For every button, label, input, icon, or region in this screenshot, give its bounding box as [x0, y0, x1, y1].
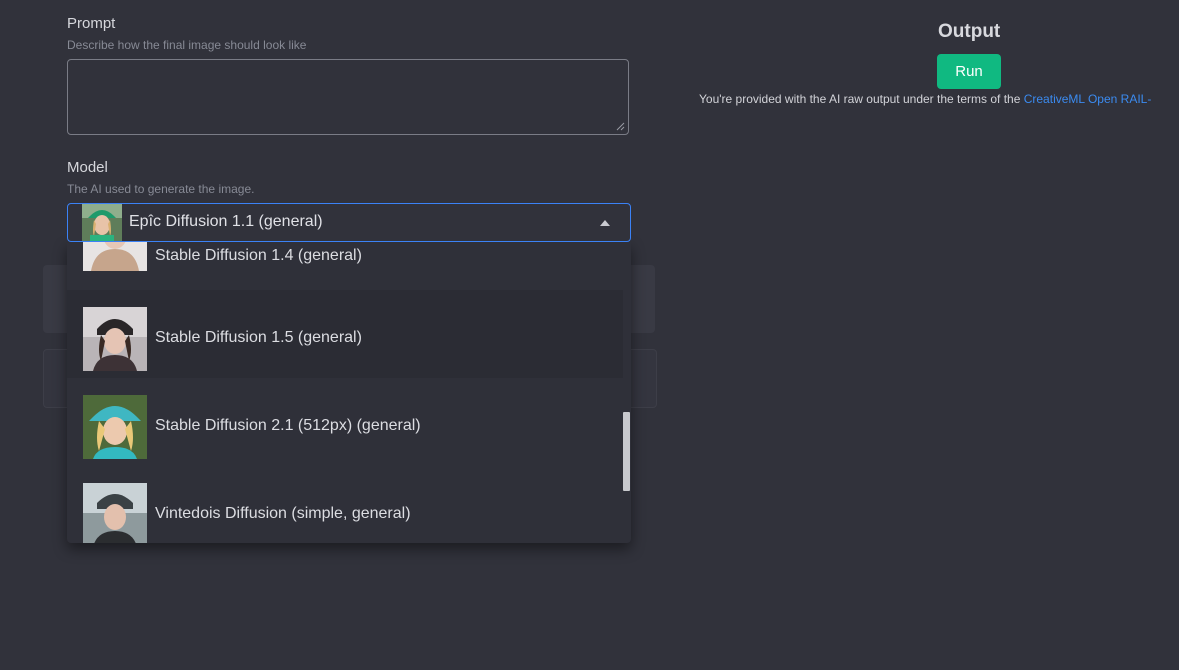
model-dropdown[interactable]: Stable Diffusion 1.4 (general) Stable Di…	[67, 242, 631, 543]
prompt-help: Describe how the final image should look…	[67, 38, 307, 52]
model-option-label: Stable Diffusion 2.1 (512px) (general)	[155, 417, 421, 434]
model-option-thumbnail	[83, 395, 147, 459]
output-title: Output	[938, 21, 1001, 42]
model-option[interactable]: Vintedois Diffusion (simple, general)	[67, 466, 623, 543]
dropdown-scrollbar[interactable]	[623, 412, 630, 491]
model-option-thumbnail	[83, 307, 147, 371]
model-label: Model	[67, 159, 108, 176]
model-option-label: Stable Diffusion 1.4 (general)	[155, 247, 362, 264]
model-option-label: Vintedois Diffusion (simple, general)	[155, 505, 411, 522]
model-option-label: Stable Diffusion 1.5 (general)	[155, 329, 362, 346]
selected-model-thumbnail	[82, 204, 122, 241]
license-text: You're provided with the AI raw output u…	[699, 92, 1024, 106]
license-link[interactable]: CreativeML Open RAIL-	[1024, 92, 1152, 106]
license-notice: You're provided with the AI raw output u…	[699, 92, 1151, 106]
prompt-label: Prompt	[67, 15, 116, 32]
run-button[interactable]: Run	[937, 54, 1001, 89]
prompt-textarea[interactable]	[67, 59, 629, 135]
app-page: Prompt Describe how the final image shou…	[0, 0, 1179, 670]
caret-up-icon[interactable]	[600, 220, 610, 226]
selected-model-label: Epîc Diffusion 1.1 (general)	[129, 213, 323, 230]
model-option-thumbnail	[83, 242, 147, 271]
resize-grip-icon[interactable]	[615, 121, 625, 131]
model-option-thumbnail	[83, 483, 147, 543]
model-option[interactable]: Stable Diffusion 2.1 (512px) (general)	[67, 378, 623, 466]
model-option[interactable]: Stable Diffusion 1.5 (general)	[67, 290, 623, 378]
model-help: The AI used to generate the image.	[67, 182, 255, 196]
model-option[interactable]: Stable Diffusion 1.4 (general)	[67, 242, 623, 283]
model-select[interactable]: Epîc Diffusion 1.1 (general)	[67, 203, 631, 242]
